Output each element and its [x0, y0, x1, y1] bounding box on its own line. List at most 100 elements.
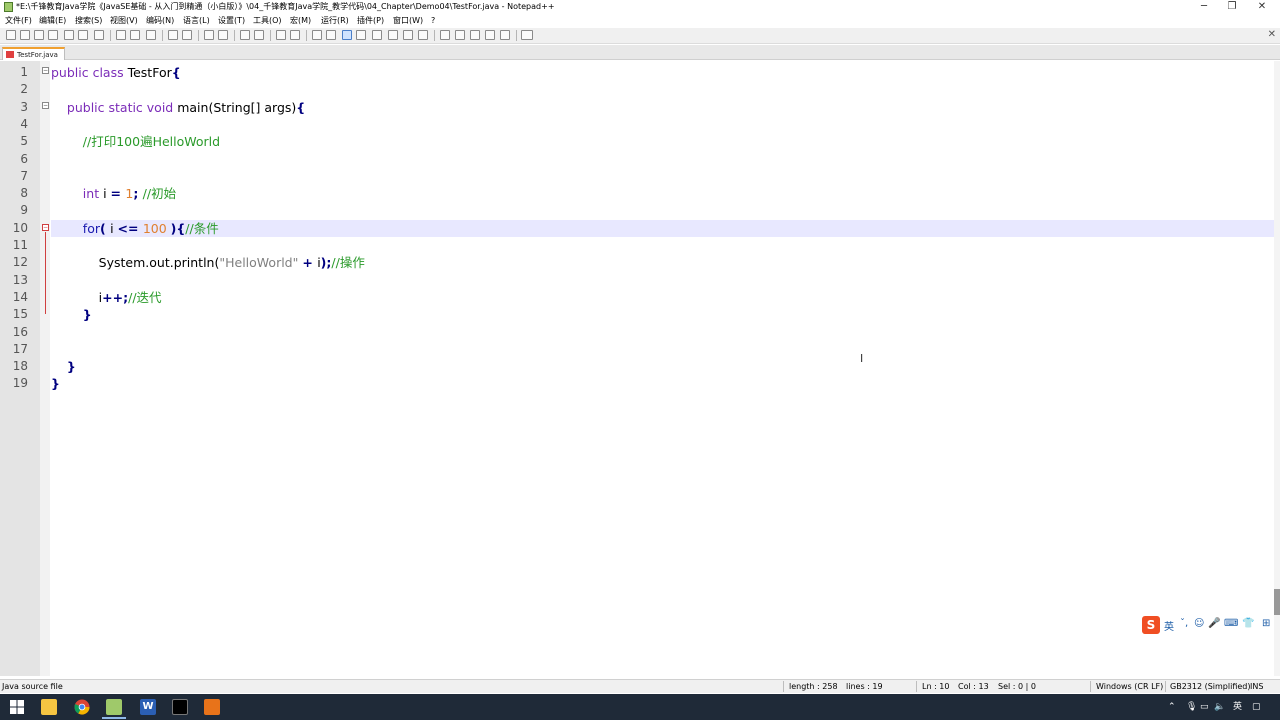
menu-settings[interactable]: 设置(T): [218, 14, 245, 28]
status-insert-mode[interactable]: INS: [1250, 680, 1263, 693]
ime-keyboard-icon[interactable]: ⌨: [1224, 618, 1238, 629]
spell-check-icon[interactable]: [521, 30, 533, 40]
code-line[interactable]: [51, 168, 1276, 185]
redo-icon[interactable]: [182, 30, 192, 40]
menu-language[interactable]: 语言(L): [183, 14, 210, 28]
maximize-button[interactable]: ❐: [1218, 0, 1246, 14]
save-icon[interactable]: [34, 30, 44, 40]
zoom-out-icon[interactable]: [254, 30, 264, 40]
code-line[interactable]: [51, 324, 1276, 341]
menu-search[interactable]: 搜索(S): [75, 14, 102, 28]
menu-run[interactable]: 运行(R): [321, 14, 349, 28]
close-tab-icon[interactable]: ✕: [1268, 30, 1276, 40]
sync-horizontal-icon[interactable]: [290, 30, 300, 40]
code-line[interactable]: }: [51, 375, 1276, 392]
monitoring-icon[interactable]: [418, 30, 428, 40]
menu-file[interactable]: 文件(F): [5, 14, 32, 28]
code-line[interactable]: [51, 237, 1276, 254]
stop-macro-icon[interactable]: [455, 30, 465, 40]
run-macro-multiple-icon[interactable]: [485, 30, 495, 40]
code-line[interactable]: //打印100遍HelloWorld: [51, 133, 1276, 150]
copy-icon[interactable]: [130, 30, 140, 40]
taskbar-file-explorer[interactable]: [35, 697, 63, 717]
menu-encoding[interactable]: 编码(N): [146, 14, 174, 28]
code-line[interactable]: }: [51, 306, 1276, 323]
fold-marker-class[interactable]: −: [42, 67, 49, 74]
status-encoding[interactable]: GB2312 (Simplified): [1170, 680, 1251, 693]
menu-window[interactable]: 窗口(W): [393, 14, 423, 28]
tray-network-icon[interactable]: ▭: [1200, 694, 1209, 720]
code-line[interactable]: public class TestFor{: [51, 64, 1276, 81]
code-line[interactable]: [51, 81, 1276, 98]
save-macro-icon[interactable]: [500, 30, 510, 40]
code-line[interactable]: [51, 151, 1276, 168]
tray-expand-icon[interactable]: ⌃: [1168, 694, 1176, 720]
close-file-icon[interactable]: [64, 30, 74, 40]
menu-plugins[interactable]: 插件(P): [357, 14, 384, 28]
tray-volume-icon[interactable]: 🔈: [1214, 694, 1225, 720]
sync-vertical-icon[interactable]: [276, 30, 286, 40]
play-macro-icon[interactable]: [470, 30, 480, 40]
menu-view[interactable]: 视图(V): [110, 14, 138, 28]
paste-icon[interactable]: [146, 30, 156, 40]
tray-microphone-icon[interactable]: 🎙: [1186, 694, 1197, 720]
doc-map-icon[interactable]: [372, 30, 382, 40]
show-all-chars-icon[interactable]: [326, 30, 336, 40]
menu-tools[interactable]: 工具(O): [253, 14, 282, 28]
cut-icon[interactable]: [116, 30, 126, 40]
close-all-icon[interactable]: [78, 30, 88, 40]
ime-emoji-icon[interactable]: ☺: [1194, 618, 1204, 629]
fold-marker-for[interactable]: −: [42, 224, 49, 231]
folder-workspace-icon[interactable]: [403, 30, 413, 40]
code-line[interactable]: for( i <= 100 ){//条件: [51, 219, 1276, 237]
new-file-icon[interactable]: [6, 30, 16, 40]
status-eol[interactable]: Windows (CR LF): [1096, 680, 1163, 693]
menu-edit[interactable]: 编辑(E): [39, 14, 66, 28]
function-list-icon[interactable]: [388, 30, 398, 40]
open-file-icon[interactable]: [20, 30, 30, 40]
taskbar-word[interactable]: W: [134, 697, 162, 717]
code-line[interactable]: System.out.println("HelloWorld" + i);//操…: [51, 254, 1276, 271]
code-line[interactable]: int i = 1; //初始: [51, 185, 1276, 202]
save-all-icon[interactable]: [48, 30, 58, 40]
code-line[interactable]: i++;//迭代: [51, 289, 1276, 306]
close-window-button[interactable]: ✕: [1248, 0, 1276, 14]
vertical-scrollbar[interactable]: [1274, 61, 1280, 676]
tab-testfor-java[interactable]: TestFor.java: [2, 47, 65, 60]
undo-icon[interactable]: [168, 30, 178, 40]
code-line[interactable]: [51, 116, 1276, 133]
ime-voice-icon[interactable]: 🎤: [1208, 618, 1220, 629]
tray-input-language[interactable]: 英: [1233, 694, 1242, 720]
taskbar-chrome[interactable]: [68, 697, 96, 717]
ime-menu-icon[interactable]: ⊞: [1262, 618, 1270, 629]
taskbar-media-player[interactable]: [198, 697, 226, 717]
minimize-button[interactable]: ─: [1190, 0, 1218, 14]
code-line[interactable]: [51, 202, 1276, 219]
code-line[interactable]: [51, 341, 1276, 358]
replace-icon[interactable]: [218, 30, 228, 40]
word-wrap-icon[interactable]: [312, 30, 322, 40]
taskbar-notepad-plus-plus[interactable]: [100, 697, 128, 719]
indent-guide-icon[interactable]: [342, 30, 352, 40]
start-button[interactable]: [3, 697, 31, 717]
scrollbar-thumb[interactable]: [1274, 589, 1280, 615]
menu-help[interactable]: ?: [431, 14, 435, 28]
code-line[interactable]: public static void main(String[] args){: [51, 99, 1276, 116]
print-icon[interactable]: [94, 30, 104, 40]
menu-macro[interactable]: 宏(M): [290, 14, 311, 28]
zoom-in-icon[interactable]: [240, 30, 250, 40]
code-area[interactable]: public class TestFor{ public static void…: [0, 61, 1280, 676]
tray-notification-icon[interactable]: ▢: [1252, 694, 1261, 720]
fold-marker-main[interactable]: −: [42, 102, 49, 109]
taskbar-terminal[interactable]: [166, 697, 194, 717]
record-macro-icon[interactable]: [440, 30, 450, 40]
code-line[interactable]: }: [51, 358, 1276, 375]
sogou-logo-icon[interactable]: S: [1142, 616, 1160, 634]
ime-toolbar[interactable]: S 英 ˇ, ☺ 🎤 ⌨ 👕 ⊞: [1142, 616, 1280, 634]
ime-punctuation-icon[interactable]: ˇ,: [1180, 618, 1188, 629]
code-line[interactable]: [51, 272, 1276, 289]
find-icon[interactable]: [204, 30, 214, 40]
editor[interactable]: 1 2 3 4 5 6 7 8 9 10 11 12 13 14 15 16 17 18 19 public cla…: [0, 61, 1280, 676]
ime-skin-icon[interactable]: 👕: [1242, 618, 1254, 629]
udl-icon[interactable]: [356, 30, 366, 40]
